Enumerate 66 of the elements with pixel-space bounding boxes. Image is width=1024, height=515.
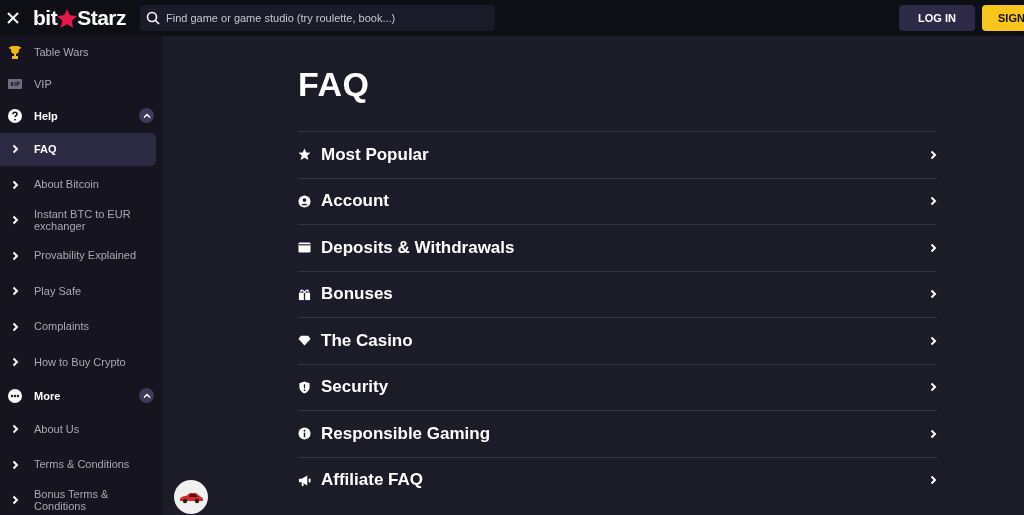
chevron-icon (930, 475, 937, 486)
sidebar-item[interactable]: Play Safe (0, 274, 162, 308)
wallet-icon (298, 241, 311, 255)
chevron-icon (11, 215, 19, 225)
chevron-icon (11, 459, 19, 470)
chevron-icon (930, 382, 937, 393)
chevron-icon (11, 321, 19, 332)
login-button[interactable]: LOG IN (899, 5, 975, 31)
chevron-icon (930, 428, 937, 439)
user-icon (298, 194, 311, 208)
sidebar-item[interactable]: Bonus Terms & Conditions (0, 483, 162, 515)
help-icon (8, 108, 22, 123)
sidebar-item[interactable]: VIP (0, 69, 162, 99)
faq-category[interactable]: Account (298, 177, 937, 224)
star-icon (298, 148, 311, 162)
chevron-icon (11, 357, 19, 367)
section-heading: More (34, 389, 61, 402)
vip-icon (8, 79, 22, 89)
sidebar-item[interactable]: Terms & Conditions (0, 448, 162, 481)
logo-text[interactable]: bit (33, 6, 58, 30)
faq-category[interactable]: Affiliate FAQ (298, 456, 937, 503)
chevron-icon (930, 196, 937, 207)
sidebar-item[interactable]: How to Buy Crypto (0, 345, 162, 379)
search-field[interactable]: Find game or game studio (try roulette, book...) (140, 5, 495, 31)
chevron-icon (11, 250, 19, 261)
logo-text[interactable]: Starz (77, 6, 126, 30)
diamond-icon (298, 334, 311, 348)
faq-category[interactable]: Bonuses (298, 270, 937, 317)
trophy-icon (8, 46, 22, 59)
car-button[interactable] (174, 480, 208, 514)
collapse-toggle[interactable] (139, 388, 154, 403)
chevron-icon (11, 495, 19, 505)
chevron-icon (930, 242, 937, 253)
chevron-icon (930, 335, 937, 346)
faq-category[interactable]: The Casino (298, 317, 937, 364)
sidebar-item[interactable]: FAQ (0, 132, 156, 166)
chevron-icon (11, 144, 19, 154)
page-title: FAQ (298, 65, 371, 104)
chevron-icon (930, 289, 937, 300)
sidebar-item[interactable]: About Us (0, 412, 162, 446)
chevron-icon (11, 424, 19, 434)
sidebar-item[interactable]: Instant BTC to EUR exchanger (0, 203, 162, 237)
sign-up-button[interactable]: SIGN (982, 5, 1024, 31)
car-icon (179, 490, 203, 504)
close-icon[interactable] (7, 12, 19, 24)
star-logo-icon (57, 8, 78, 28)
collapse-toggle[interactable] (139, 108, 154, 123)
chevron-icon (930, 149, 937, 160)
info-icon (298, 427, 311, 441)
section-heading: Help (34, 109, 58, 122)
chevron-icon (11, 179, 19, 190)
faq-category[interactable]: Responsible Gaming (298, 410, 937, 457)
caret-icon (142, 113, 151, 118)
more-icon (8, 388, 22, 403)
shield-icon (298, 380, 311, 394)
gift-icon (298, 287, 311, 301)
sidebar-item[interactable]: Table Wars (0, 38, 162, 67)
faq-category[interactable]: Security (298, 363, 937, 410)
megaphone-icon (298, 473, 311, 487)
sidebar-item[interactable]: Complaints (0, 310, 162, 343)
sidebar-item[interactable]: About Bitcoin (0, 168, 162, 201)
faq-category[interactable]: Most Popular (298, 131, 937, 178)
sidebar-item[interactable]: Provability Explained (0, 239, 162, 272)
caret-icon (142, 393, 151, 398)
faq-category[interactable]: Deposits & Withdrawals (298, 224, 937, 271)
chevron-icon (11, 286, 19, 296)
